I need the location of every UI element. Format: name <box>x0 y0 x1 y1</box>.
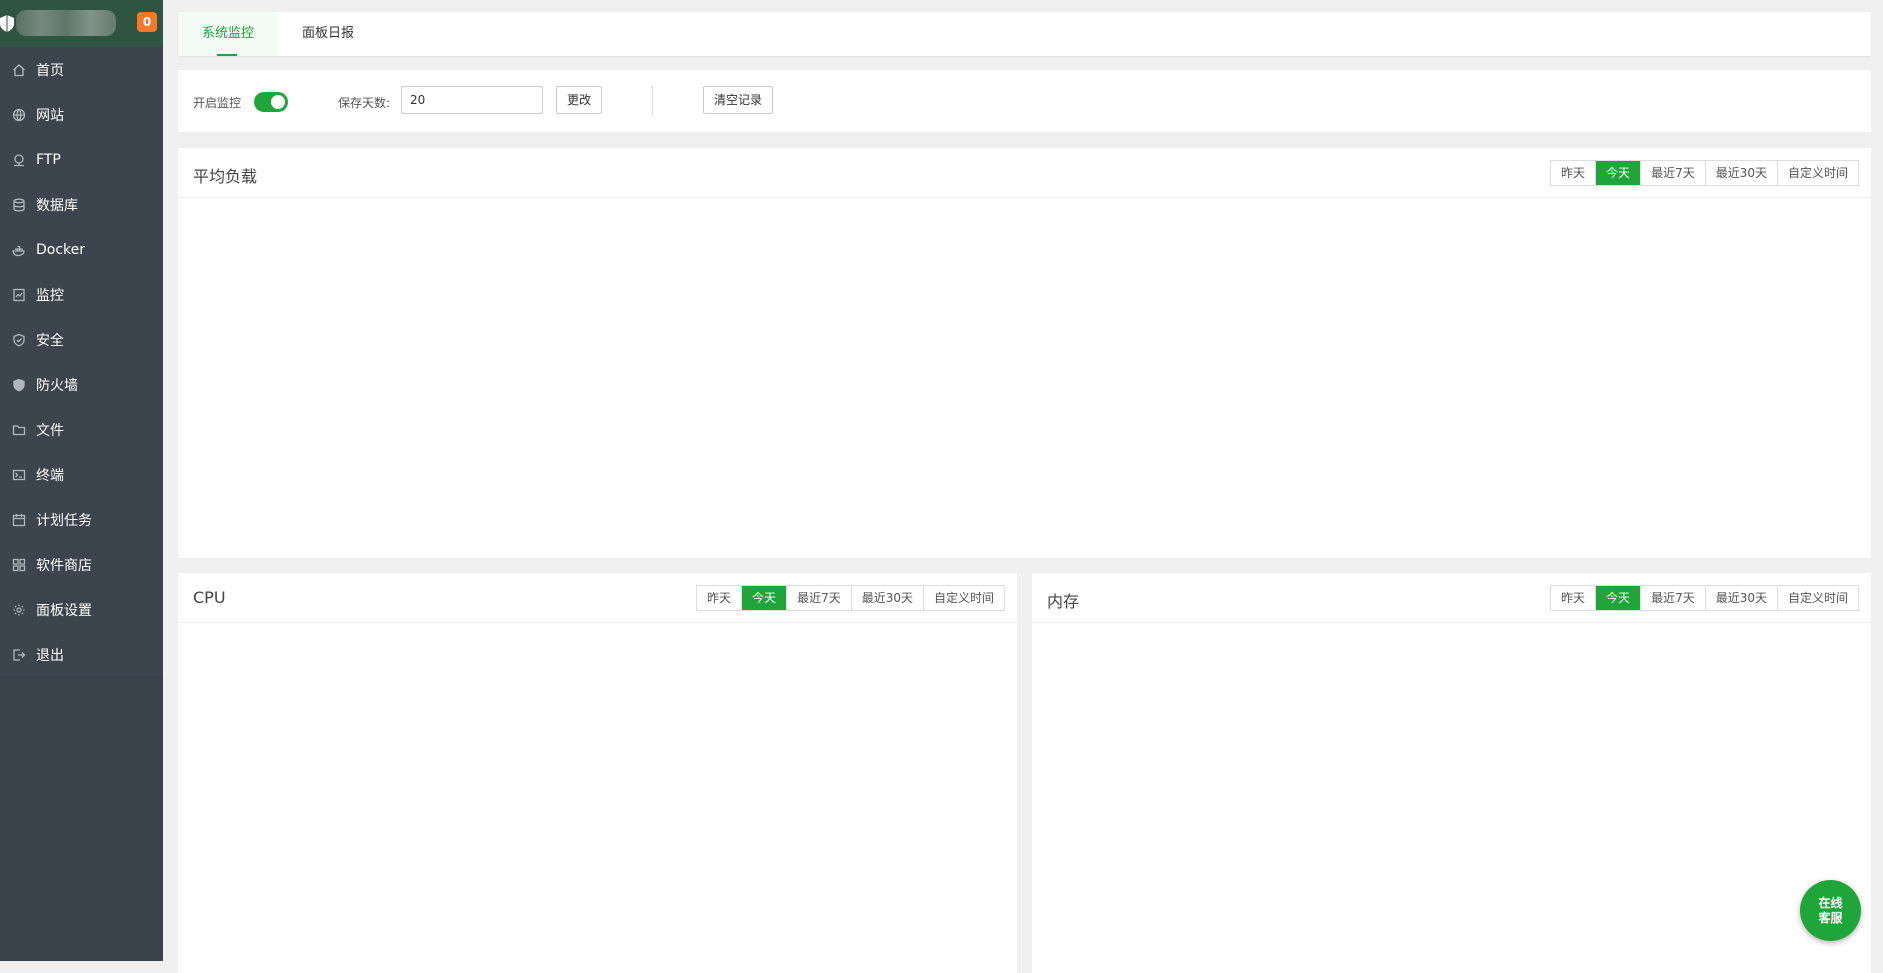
range-30days[interactable]: 最近30天 <box>1704 586 1777 610</box>
ftp-icon <box>12 153 26 167</box>
sidebar-item-label: 网站 <box>36 107 64 124</box>
retention-days-label: 保存天数: <box>338 96 391 110</box>
sidebar-item-database[interactable]: 数据库 <box>0 182 163 227</box>
sidebar-item-label: 数据库 <box>36 197 78 214</box>
sidebar-item-label: 防火墙 <box>36 377 78 394</box>
change-button[interactable]: 更改 <box>556 86 602 114</box>
calendar-icon <box>12 513 26 527</box>
sidebar: 0 首页 网站 FTP 数据库 Docker 监控 安全 防火墙 文件 终端 计… <box>0 0 163 961</box>
load-panel: 平均负载 昨天 今天 最近7天 最近30天 自定义时间 <box>178 148 1871 558</box>
globe-icon <box>12 108 26 122</box>
sidebar-item-label: FTP <box>36 151 61 168</box>
sidebar-item-label: 首页 <box>36 62 64 79</box>
range-30days[interactable]: 最近30天 <box>850 586 923 610</box>
range-today[interactable]: 今天 <box>1595 161 1641 185</box>
sidebar-item-docker[interactable]: Docker <box>0 227 163 272</box>
sidebar-header: 0 <box>0 0 163 47</box>
tab-system-monitor[interactable]: 系统监控 <box>178 12 278 56</box>
monitor-icon <box>12 288 26 302</box>
folder-icon <box>12 423 26 437</box>
cpu-panel: CPU 昨天 今天 最近7天 最近30天 自定义时间 <box>178 573 1017 973</box>
sidebar-item-label: 退出 <box>36 647 64 664</box>
sidebar-item-monitor[interactable]: 监控 <box>0 272 163 317</box>
chat-label-line1: 在线 <box>1818 895 1843 910</box>
range-7days[interactable]: 最近7天 <box>786 586 851 610</box>
sidebar-item-label: 监控 <box>36 287 64 304</box>
tab-bar: 系统监控 面板日报 <box>178 12 1871 56</box>
panel-header: 平均负载 昨天 今天 最近7天 最近30天 自定义时间 <box>178 148 1871 198</box>
range-30days[interactable]: 最近30天 <box>1704 161 1777 185</box>
range-today[interactable]: 今天 <box>741 586 787 610</box>
docker-icon <box>12 243 26 257</box>
sidebar-item-logout[interactable]: 退出 <box>0 632 163 677</box>
range-selector: 昨天 今天 最近7天 最近30天 自定义时间 <box>1550 585 1859 611</box>
grid-icon <box>12 558 26 572</box>
range-yesterday[interactable]: 昨天 <box>1551 161 1595 185</box>
database-icon <box>12 198 26 212</box>
server-name-redacted <box>16 10 116 36</box>
sidebar-item-home[interactable]: 首页 <box>0 47 163 92</box>
sidebar-item-label: 文件 <box>36 422 64 439</box>
toggle-knob <box>271 95 285 109</box>
sidebar-empty-area <box>0 676 163 961</box>
sidebar-item-terminal[interactable]: 终端 <box>0 452 163 497</box>
terminal-icon <box>12 468 26 482</box>
sidebar-item-label: 面板设置 <box>36 602 92 619</box>
panel-header: CPU 昨天 今天 最近7天 最近30天 自定义时间 <box>178 573 1017 623</box>
sidebar-item-label: 安全 <box>36 332 64 349</box>
retention-days-input[interactable] <box>401 86 543 114</box>
home-icon <box>12 63 26 77</box>
sidebar-item-ftp[interactable]: FTP <box>0 137 163 182</box>
sidebar-item-website[interactable]: 网站 <box>0 92 163 137</box>
gear-icon <box>12 603 26 617</box>
online-support-button[interactable]: 在线 客服 <box>1800 880 1861 941</box>
range-7days[interactable]: 最近7天 <box>1640 586 1705 610</box>
shield-icon <box>12 333 26 347</box>
clear-records-button[interactable]: 清空记录 <box>703 86 773 114</box>
range-7days[interactable]: 最近7天 <box>1640 161 1705 185</box>
range-yesterday[interactable]: 昨天 <box>1551 586 1595 610</box>
memory-chart-area <box>1032 623 1871 973</box>
sidebar-item-firewall[interactable]: 防火墙 <box>0 362 163 407</box>
range-selector: 昨天 今天 最近7天 最近30天 自定义时间 <box>1550 160 1859 186</box>
sidebar-item-store[interactable]: 软件商店 <box>0 542 163 587</box>
range-selector: 昨天 今天 最近7天 最近30天 自定义时间 <box>696 585 1005 611</box>
range-yesterday[interactable]: 昨天 <box>697 586 741 610</box>
panel-title: 平均负载 <box>193 167 258 186</box>
panel-title: CPU <box>193 588 226 607</box>
range-custom[interactable]: 自定义时间 <box>922 586 1004 610</box>
sidebar-item-label: 软件商店 <box>36 557 92 574</box>
chat-label-line2: 客服 <box>1818 910 1843 925</box>
panel-title: 内存 <box>1047 592 1080 611</box>
monitor-toggle[interactable] <box>254 92 288 112</box>
monitor-toggle-label: 开启监控 <box>193 96 242 110</box>
memory-panel: 内存 昨天 今天 最近7天 最近30天 自定义时间 <box>1032 573 1871 973</box>
logout-icon <box>12 648 26 662</box>
sidebar-item-security[interactable]: 安全 <box>0 317 163 362</box>
range-custom[interactable]: 自定义时间 <box>1776 586 1858 610</box>
tab-panel-report[interactable]: 面板日报 <box>278 12 378 56</box>
tab-active-underline <box>217 54 237 56</box>
tab-label: 面板日报 <box>301 26 354 41</box>
panel-header: 内存 昨天 今天 最近7天 最近30天 自定义时间 <box>1032 573 1871 623</box>
sidebar-item-label: 计划任务 <box>36 512 92 529</box>
range-custom[interactable]: 自定义时间 <box>1776 161 1858 185</box>
notification-badge[interactable]: 0 <box>137 12 157 32</box>
tab-label: 系统监控 <box>201 26 254 41</box>
cpu-chart-area <box>178 623 1017 973</box>
range-today[interactable]: 今天 <box>1595 586 1641 610</box>
divider <box>652 86 653 116</box>
sidebar-item-settings[interactable]: 面板设置 <box>0 587 163 632</box>
sidebar-item-cron[interactable]: 计划任务 <box>0 497 163 542</box>
sidebar-item-files[interactable]: 文件 <box>0 407 163 452</box>
sidebar-menu: 首页 网站 FTP 数据库 Docker 监控 安全 防火墙 文件 终端 计划任… <box>0 47 163 677</box>
load-chart-area <box>178 198 1871 558</box>
firewall-icon <box>12 378 26 392</box>
monitor-controls: 开启监控 保存天数: 更改 清空记录 <box>178 70 1871 132</box>
logo-shield-icon <box>0 15 14 32</box>
sidebar-item-label: Docker <box>36 241 86 258</box>
sidebar-item-label: 终端 <box>36 467 64 484</box>
